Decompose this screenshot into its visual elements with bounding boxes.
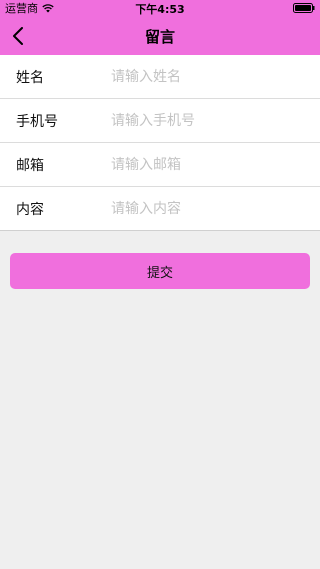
name-label: 姓名	[16, 69, 44, 86]
form-row-content: 内容	[0, 187, 320, 231]
form-row-email: 邮箱	[0, 143, 320, 187]
form-row-phone: 手机号	[0, 99, 320, 143]
content-input[interactable]	[111, 193, 320, 224]
phone-input[interactable]	[111, 105, 320, 136]
status-bar: 运营商 下午4:53	[0, 0, 320, 16]
email-label: 邮箱	[16, 157, 44, 174]
submit-button[interactable]: 提交	[10, 253, 310, 289]
clock: 下午4:53	[135, 3, 185, 16]
battery-icon	[293, 3, 315, 13]
content-label: 内容	[16, 201, 44, 218]
phone-label: 手机号	[16, 113, 58, 130]
page-title: 留言	[144, 28, 175, 46]
message-form: 姓名 手机号 邮箱 内容	[0, 55, 320, 231]
form-row-name: 姓名	[0, 55, 320, 99]
email-input[interactable]	[111, 149, 320, 180]
name-input[interactable]	[111, 61, 320, 92]
navigation-bar: 留言	[0, 16, 320, 55]
